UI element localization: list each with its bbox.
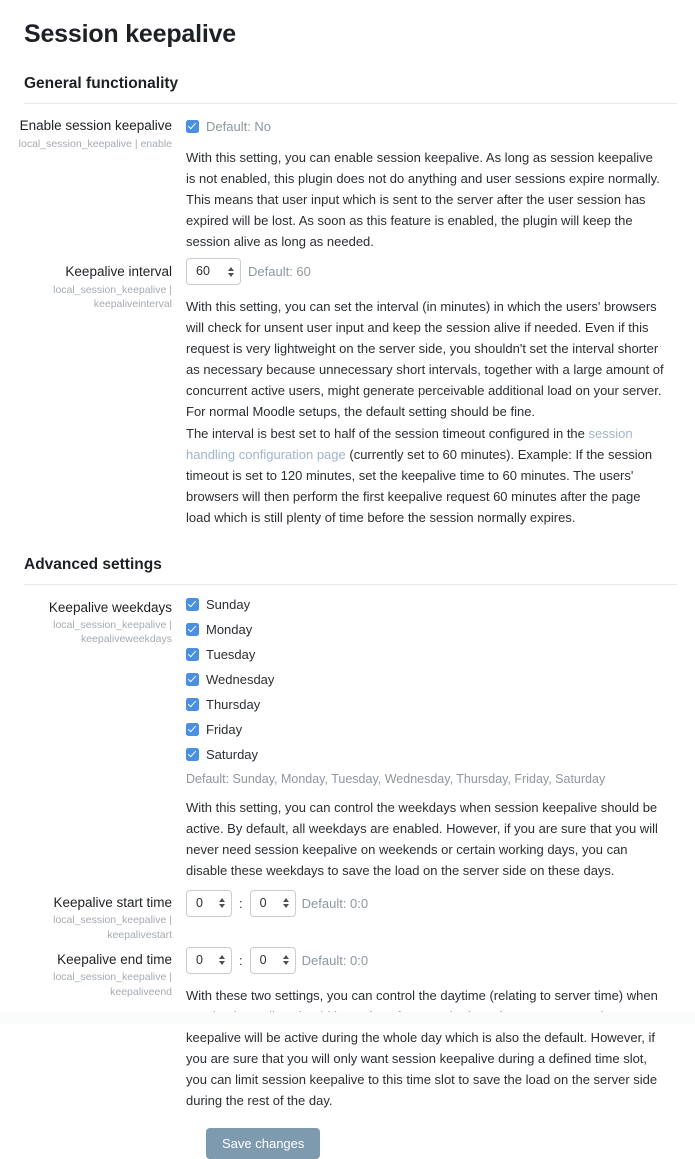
save-changes-button[interactable]: Save changes — [206, 1128, 321, 1159]
setting-keepalive-start-time: Keepalive start time local_session_keepa… — [18, 889, 677, 942]
spinner-icon[interactable] — [282, 898, 289, 909]
setting-identifier: local_session_keepalive | keepalivestart — [53, 914, 172, 941]
weekday-checkbox-wednesday[interactable] — [186, 672, 199, 686]
setting-name: Enable session keepalive — [19, 118, 172, 133]
setting-control-col: Default: No With this setting, you can e… — [186, 116, 677, 252]
weekday-label-friday: Friday — [206, 721, 243, 737]
time-control-line: 0 : 0 Default: 0:0 — [186, 946, 677, 974]
setting-keepalive-weekdays: Keepalive weekdays local_session_keepali… — [18, 597, 677, 881]
keepalive-start-hours-input[interactable]: 0 — [186, 889, 232, 917]
weekday-option-friday[interactable]: Friday — [186, 722, 677, 737]
section-heading-advanced: Advanced settings — [24, 555, 162, 573]
spinner-icon[interactable] — [219, 898, 225, 909]
keepalive-end-hours-value: 0 — [196, 953, 203, 968]
weekday-checkbox-saturday[interactable] — [186, 747, 199, 761]
weekday-label-monday: Monday — [206, 621, 253, 637]
weekday-option-monday[interactable]: Monday — [186, 622, 677, 637]
setting-name: Keepalive interval — [65, 264, 172, 280]
setting-control-col: 0 : 0 Default: 0:0 — [186, 889, 677, 917]
spinner-down-icon[interactable] — [219, 961, 225, 966]
page-bottom-fill — [0, 1012, 695, 1024]
setting-identifier: local_session_keepalive | keepaliveend — [53, 971, 172, 998]
settings-page: Session keepalive General functionality … — [0, 0, 695, 1159]
section-divider — [24, 583, 677, 585]
spinner-up-icon[interactable] — [282, 898, 289, 903]
number-control-line: 60 Default: 60 — [186, 258, 677, 286]
setting-label-col: Keepalive end time local_session_keepali… — [18, 947, 186, 999]
setting-control-col: Sunday Monday Tuesday Wednesday Thursday… — [186, 597, 677, 881]
setting-name: Keepalive weekdays — [48, 599, 172, 615]
keepalive-start-hours-value: 0 — [196, 896, 203, 911]
spinner-up-icon[interactable] — [282, 955, 289, 960]
spinner-down-icon[interactable] — [228, 272, 234, 277]
setting-name: Keepalive start time — [53, 894, 172, 910]
setting-control-col: 60 Default: 60 With this setting, you ca… — [186, 258, 677, 528]
spinner-up-icon[interactable] — [219, 955, 225, 960]
spinner-icon[interactable] — [228, 266, 234, 277]
weekday-checkbox-monday[interactable] — [186, 622, 199, 636]
setting-identifier: local_session_keepalive | keepaliveinter… — [53, 283, 172, 310]
weekday-option-saturday[interactable]: Saturday — [186, 747, 677, 762]
weekday-option-sunday[interactable]: Sunday — [186, 597, 677, 612]
default-value-label: Default: 0:0 — [301, 895, 369, 911]
keepalive-end-hours-input[interactable]: 0 — [186, 946, 232, 974]
setting-description: With this setting, you can set the inter… — [186, 299, 664, 420]
weekday-option-thursday[interactable]: Thursday — [186, 697, 677, 712]
section-divider — [24, 103, 677, 104]
default-value-label: Default: No — [206, 118, 272, 134]
keepalive-interval-input[interactable]: 60 — [186, 258, 241, 286]
weekday-checkbox-sunday[interactable] — [186, 597, 199, 611]
spinner-up-icon[interactable] — [228, 266, 234, 271]
spinner-down-icon[interactable] — [282, 961, 289, 966]
setting-enable-session-keepalive: Enable session keepalive local_session_k… — [18, 116, 677, 252]
keepalive-end-minutes-input[interactable]: 0 — [249, 946, 296, 974]
spinner-down-icon[interactable] — [282, 904, 289, 909]
weekday-checkbox-thursday[interactable] — [186, 697, 199, 711]
weekday-option-tuesday[interactable]: Tuesday — [186, 647, 677, 662]
setting-description: With these two settings, you can control… — [186, 987, 658, 1109]
setting-description: With this setting, you can control the w… — [186, 799, 658, 878]
keepalive-end-minutes-value: 0 — [259, 953, 267, 968]
weekday-label-tuesday: Tuesday — [206, 646, 256, 662]
setting-keepalive-end-time: Keepalive end time local_session_keepali… — [18, 946, 677, 1111]
setting-label-col: Keepalive start time local_session_keepa… — [18, 890, 186, 942]
weekday-checkbox-tuesday[interactable] — [186, 647, 199, 661]
checkbox-control-line: Default: No — [186, 116, 677, 136]
setting-label-col: Keepalive weekdays local_session_keepali… — [18, 597, 186, 647]
weekday-label-sunday: Sunday — [206, 596, 251, 612]
weekday-label-wednesday: Wednesday — [206, 671, 275, 687]
default-value-label: Default: 60 — [248, 264, 311, 280]
default-value-label: Default: Sunday, Monday, Tuesday, Wednes… — [186, 771, 606, 786]
weekday-checkbox-friday[interactable] — [186, 722, 199, 736]
setting-description: With this setting, you can enable sessio… — [186, 150, 660, 250]
weekday-label-saturday: Saturday — [206, 746, 259, 762]
keepalive-start-minutes-input[interactable]: 0 — [249, 889, 296, 917]
default-value-label: Default: 0:0 — [301, 952, 369, 968]
setting-label-col: Enable session keepalive local_session_k… — [18, 116, 186, 151]
section-heading-general: General functionality — [24, 75, 179, 92]
enable-session-keepalive-checkbox[interactable] — [186, 119, 199, 133]
spinner-icon[interactable] — [282, 955, 289, 966]
keepalive-interval-value: 60 — [196, 264, 210, 279]
setting-keepalive-interval: Keepalive interval local_session_keepali… — [18, 258, 677, 528]
weekday-label-thursday: Thursday — [206, 696, 261, 712]
spinner-down-icon[interactable] — [219, 904, 225, 909]
setting-identifier: local_session_keepalive | enable — [18, 137, 172, 150]
setting-label-col: Keepalive interval local_session_keepali… — [18, 258, 186, 311]
time-separator: : — [239, 952, 243, 968]
time-separator: : — [239, 895, 243, 911]
spinner-up-icon[interactable] — [219, 898, 225, 903]
save-button-wrapper: Save changes — [206, 1128, 677, 1159]
setting-control-col: 0 : 0 Default: 0:0 With these two settin… — [186, 946, 677, 1111]
spinner-icon[interactable] — [219, 955, 225, 966]
setting-identifier: local_session_keepalive | keepaliveweekd… — [53, 619, 172, 646]
keepalive-start-minutes-value: 0 — [259, 896, 267, 911]
setting-name: Keepalive end time — [57, 951, 172, 967]
page-title: Session keepalive — [24, 20, 237, 48]
setting-description-with-link: The interval is best set to half of the … — [186, 423, 664, 528]
weekday-option-wednesday[interactable]: Wednesday — [186, 672, 677, 687]
time-control-line: 0 : 0 Default: 0:0 — [186, 889, 677, 917]
description-text-before-link: The interval is best set to half of the … — [186, 425, 589, 441]
